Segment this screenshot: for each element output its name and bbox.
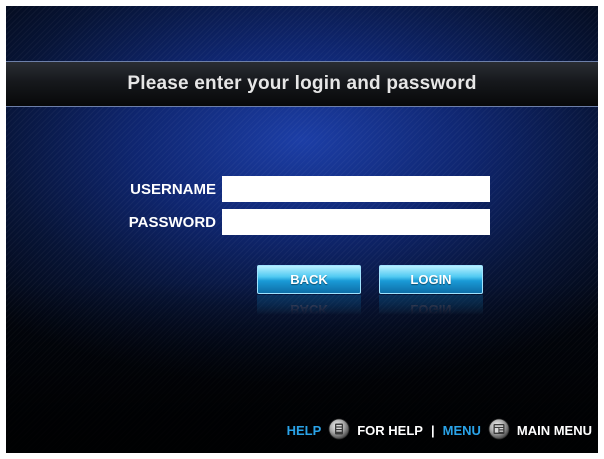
username-label: USERNAME <box>130 180 216 198</box>
username-input[interactable] <box>222 176 490 202</box>
footer-hints: HELP FOR HELP | MENU MAIN MENU <box>286 418 592 443</box>
username-row: USERNAME <box>106 176 490 202</box>
password-row: PASSWORD <box>106 209 490 235</box>
login-button-reflection-label: LOGIN <box>379 295 483 315</box>
login-button-reflection: LOGIN <box>379 295 483 315</box>
page-title: Please enter your login and password <box>127 73 477 94</box>
footer-separator: | <box>430 422 435 438</box>
password-label: PASSWORD <box>128 213 216 231</box>
help-instruction-text: FOR HELP <box>357 422 423 438</box>
back-button-group: BACK BACK <box>257 265 361 315</box>
title-bar: Please enter your login and password <box>6 61 598 107</box>
back-button-reflection-label: BACK <box>257 295 361 315</box>
menu-instruction-text: MAIN MENU <box>516 422 592 438</box>
menu-key-label: MENU <box>442 422 481 438</box>
remote-help-button-icon[interactable] <box>328 418 350 443</box>
login-button-group: LOGIN LOGIN <box>379 265 483 315</box>
back-button[interactable]: BACK <box>257 265 361 294</box>
password-input[interactable] <box>222 209 490 235</box>
help-key-label: HELP <box>286 422 322 438</box>
login-screen: Please enter your login and password USE… <box>6 6 598 453</box>
remote-menu-button-icon[interactable] <box>488 418 510 443</box>
back-button-reflection: BACK <box>257 295 361 315</box>
login-button[interactable]: LOGIN <box>379 265 483 294</box>
